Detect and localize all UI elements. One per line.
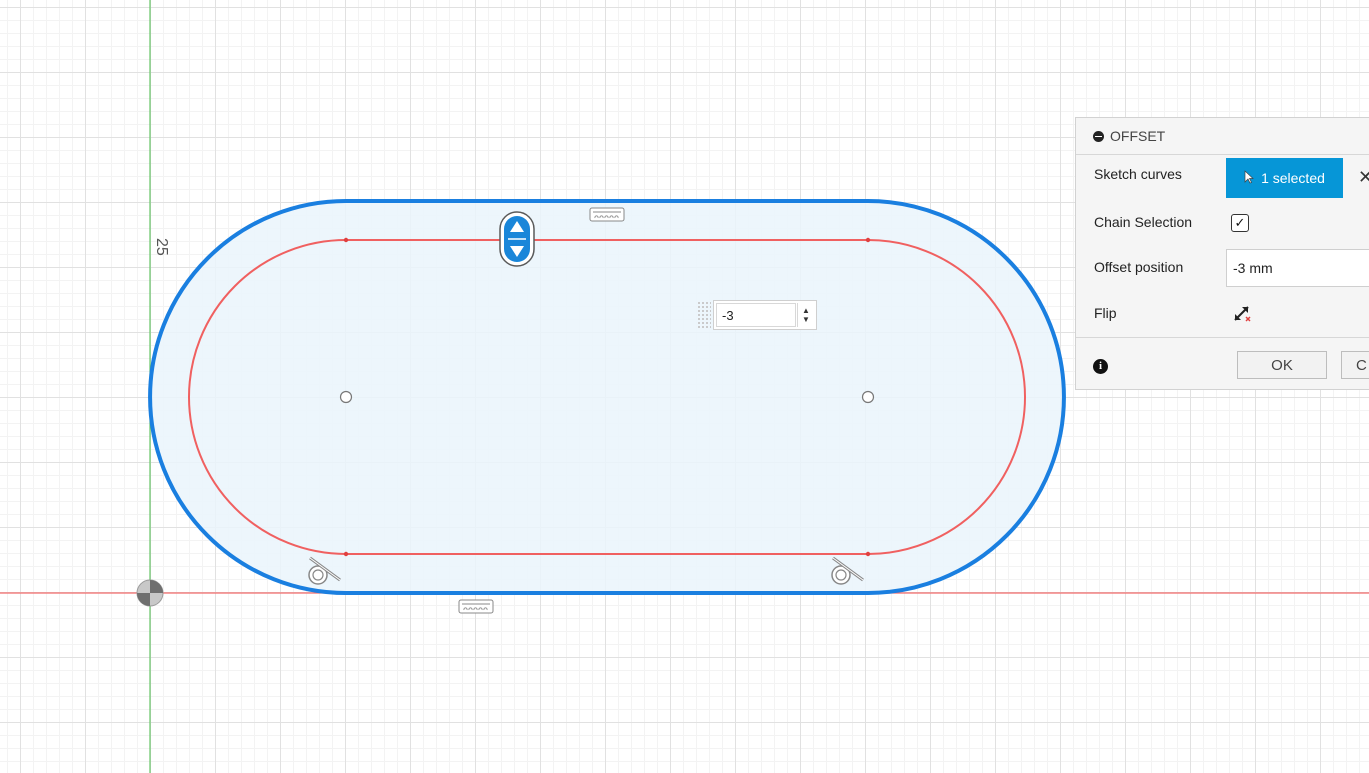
selection-count: 1 selected [1261,170,1325,186]
dialog-title: OFFSET [1110,128,1166,144]
ok-button[interactable]: OK [1237,351,1327,379]
cursor-arrow-icon [1244,169,1254,187]
sketch-curves-label: Sketch curves [1094,166,1182,182]
flip-row: Flip [1094,305,1226,321]
arc-center-point[interactable] [861,390,875,404]
chain-selection-checkbox[interactable]: ✓ [1231,214,1249,232]
spin-up-icon[interactable]: ▲ [802,306,810,315]
offset-value-field[interactable]: ▲ ▼ [713,300,817,330]
spinner-icon[interactable]: ▲ ▼ [797,303,814,327]
offset-manipulator-icon[interactable] [499,211,535,267]
dialog-header[interactable]: OFFSET [1076,118,1369,155]
horizontal-constraint-icon[interactable] [589,207,625,222]
offset-position-input[interactable] [1226,249,1369,287]
offset-vertex [865,237,871,243]
sketch-curves-row: Sketch curves [1094,166,1226,182]
info-icon[interactable]: i [1093,359,1108,374]
offset-vertex [343,551,349,557]
collapse-icon[interactable] [1093,130,1104,142]
arc-center-point[interactable] [339,390,353,404]
horizontal-constraint-icon[interactable] [458,599,494,614]
dimension-label: 25 [153,238,170,256]
offset-vertex [865,551,871,557]
offset-position-label: Offset position [1094,259,1184,275]
offset-value-input[interactable] [716,303,796,327]
close-icon[interactable]: ✕ [1358,167,1369,188]
chain-selection-label: Chain Selection [1094,214,1193,230]
spin-down-icon[interactable]: ▼ [802,315,810,324]
origin-icon[interactable] [136,579,164,607]
sketch-curves-selection-button[interactable]: 1 selected [1226,158,1343,198]
grip-handle-icon[interactable] [697,301,711,329]
flip-label: Flip [1094,305,1117,321]
offset-dialog: OFFSET Sketch curves 1 selected ✕ Chain … [1075,117,1369,390]
chain-selection-row: Chain Selection [1094,214,1226,230]
offset-vertex [343,237,349,243]
offset-value-box[interactable]: ▲ ▼ [697,299,817,331]
flip-arrows-icon[interactable] [1232,303,1252,326]
dialog-footer: i OK C [1076,337,1369,391]
cancel-button[interactable]: C [1341,351,1369,379]
selected-slot-profile[interactable] [148,199,1066,595]
offset-position-row: Offset position [1094,259,1226,275]
